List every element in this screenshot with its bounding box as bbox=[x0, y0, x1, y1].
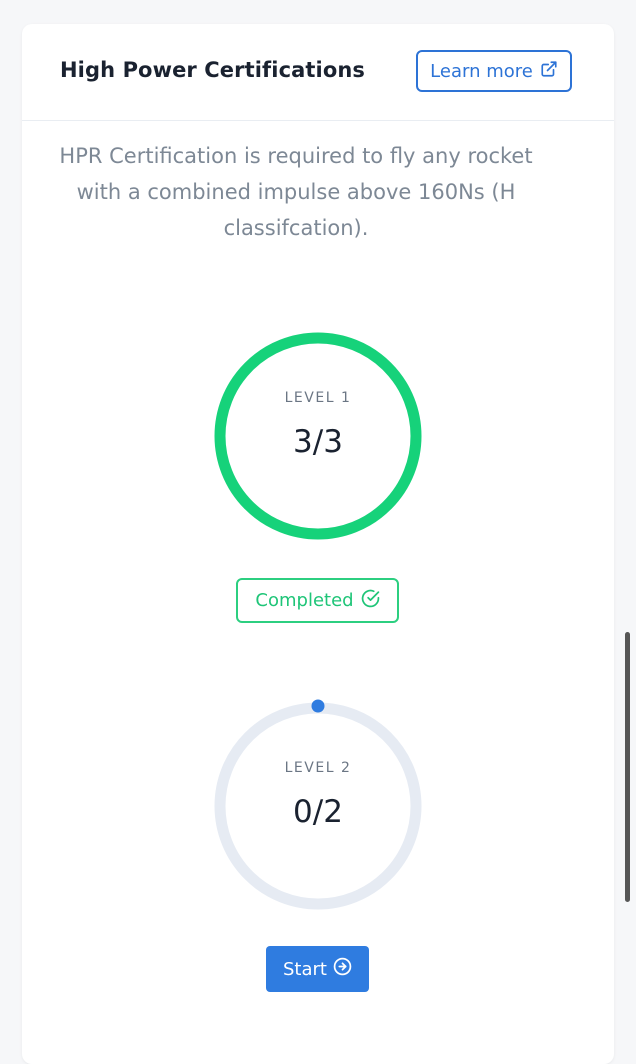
level-1-progress-ring: LEVEL 1 3/3 bbox=[208, 326, 428, 546]
learn-more-label: Learn more bbox=[430, 60, 533, 82]
card-title: High Power Certifications bbox=[60, 58, 366, 82]
learn-more-button[interactable]: Learn more bbox=[416, 50, 572, 92]
level-2-start-button[interactable]: Start bbox=[266, 946, 369, 992]
card-header: High Power Certifications Learn more bbox=[22, 24, 614, 121]
level-1-count: 3/3 bbox=[293, 424, 343, 460]
external-link-icon bbox=[540, 60, 558, 83]
certification-description: HPR Certification is required to fly any… bbox=[59, 144, 533, 240]
start-label: Start bbox=[283, 958, 327, 980]
arrow-right-circle-icon bbox=[333, 957, 352, 981]
check-circle-icon bbox=[361, 589, 380, 613]
completed-label: Completed bbox=[255, 590, 354, 611]
level-2-progress-ring: LEVEL 2 0/2 bbox=[208, 696, 428, 916]
scrollbar-thumb[interactable] bbox=[625, 632, 630, 902]
level-1-label: LEVEL 1 bbox=[284, 390, 352, 406]
level-2-count: 0/2 bbox=[293, 794, 343, 830]
level-2-label: LEVEL 2 bbox=[284, 760, 352, 776]
level-1-completed-badge: Completed bbox=[236, 578, 399, 623]
level-2-progress-indicator bbox=[311, 699, 325, 713]
